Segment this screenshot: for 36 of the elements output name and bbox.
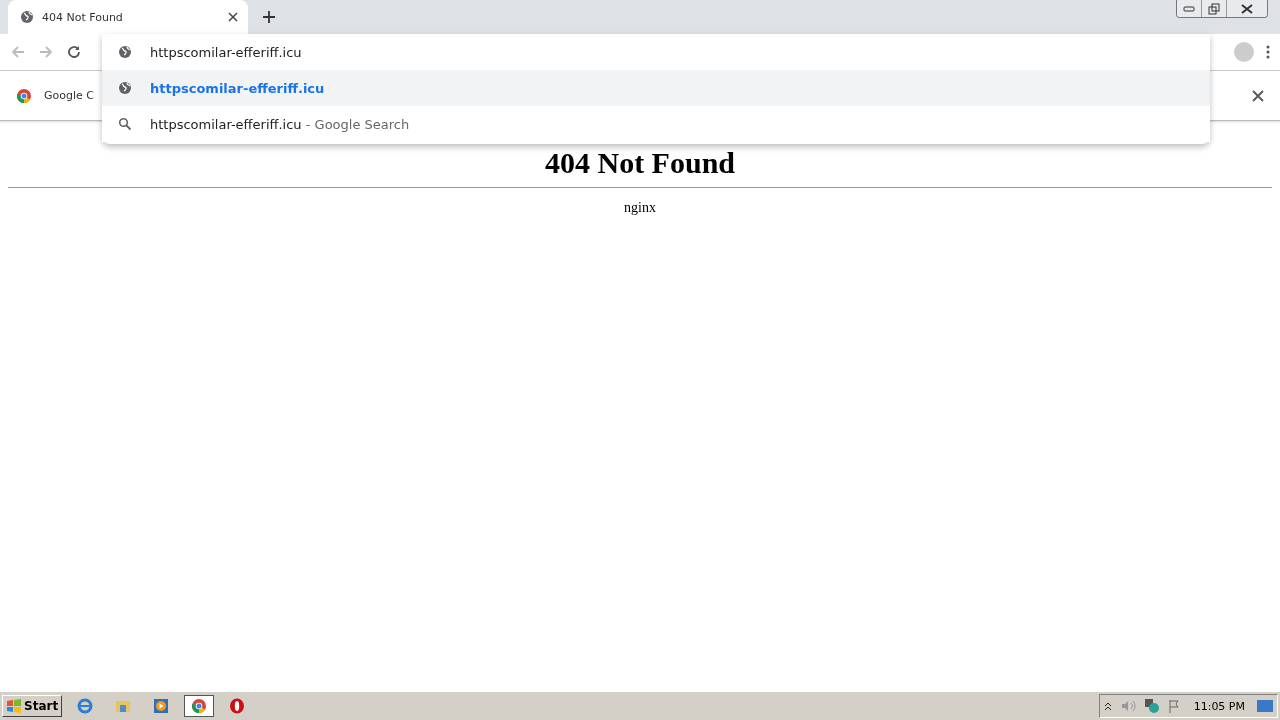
close-window-button[interactable] [1227, 0, 1267, 17]
address-field[interactable]: httpscomilar-efferiff.icu [150, 44, 750, 60]
minimize-button[interactable] [1177, 0, 1202, 17]
browser-e-icon [77, 698, 94, 714]
reload-button[interactable] [66, 44, 82, 60]
browser-tab[interactable]: 404 Not Found [8, 0, 248, 34]
close-tab-button[interactable] [228, 12, 238, 22]
media-player-icon [153, 698, 170, 714]
restore-icon [1208, 2, 1220, 15]
opera-icon [229, 698, 246, 714]
windows-logo-icon [6, 699, 22, 713]
globe-icon [118, 81, 132, 95]
menu-button[interactable] [1266, 45, 1270, 59]
restore-button[interactable] [1202, 0, 1227, 17]
folder-icon [115, 698, 132, 714]
clock: 11:05 PM [1193, 699, 1245, 713]
server-name: nginx [624, 200, 656, 216]
flag-icon[interactable] [1167, 699, 1182, 713]
info-bar-text: Google C [44, 89, 94, 102]
suggestion-item[interactable]: httpscomilar-efferiff.icu - Google Search [102, 106, 1210, 142]
network-icon[interactable] [1143, 698, 1160, 714]
chrome-icon [16, 87, 32, 104]
taskbar-app-button[interactable] [184, 695, 215, 717]
chevron-up-icon[interactable] [1103, 701, 1112, 711]
page-heading: 404 Not Found [544, 147, 735, 179]
minimize-icon [1183, 5, 1195, 12]
globe-icon [118, 45, 132, 59]
close-icon [1241, 3, 1253, 14]
chrome-icon [191, 698, 208, 714]
suggestion-item[interactable]: httpscomilar-efferiff.icu [102, 70, 1210, 106]
tab-title: 404 Not Found [42, 10, 124, 24]
search-icon [118, 117, 132, 131]
start-button[interactable]: Start [2, 695, 63, 717]
close-button[interactable] [1252, 89, 1264, 102]
globe-icon [20, 10, 34, 24]
new-tab-button[interactable] [262, 10, 276, 24]
